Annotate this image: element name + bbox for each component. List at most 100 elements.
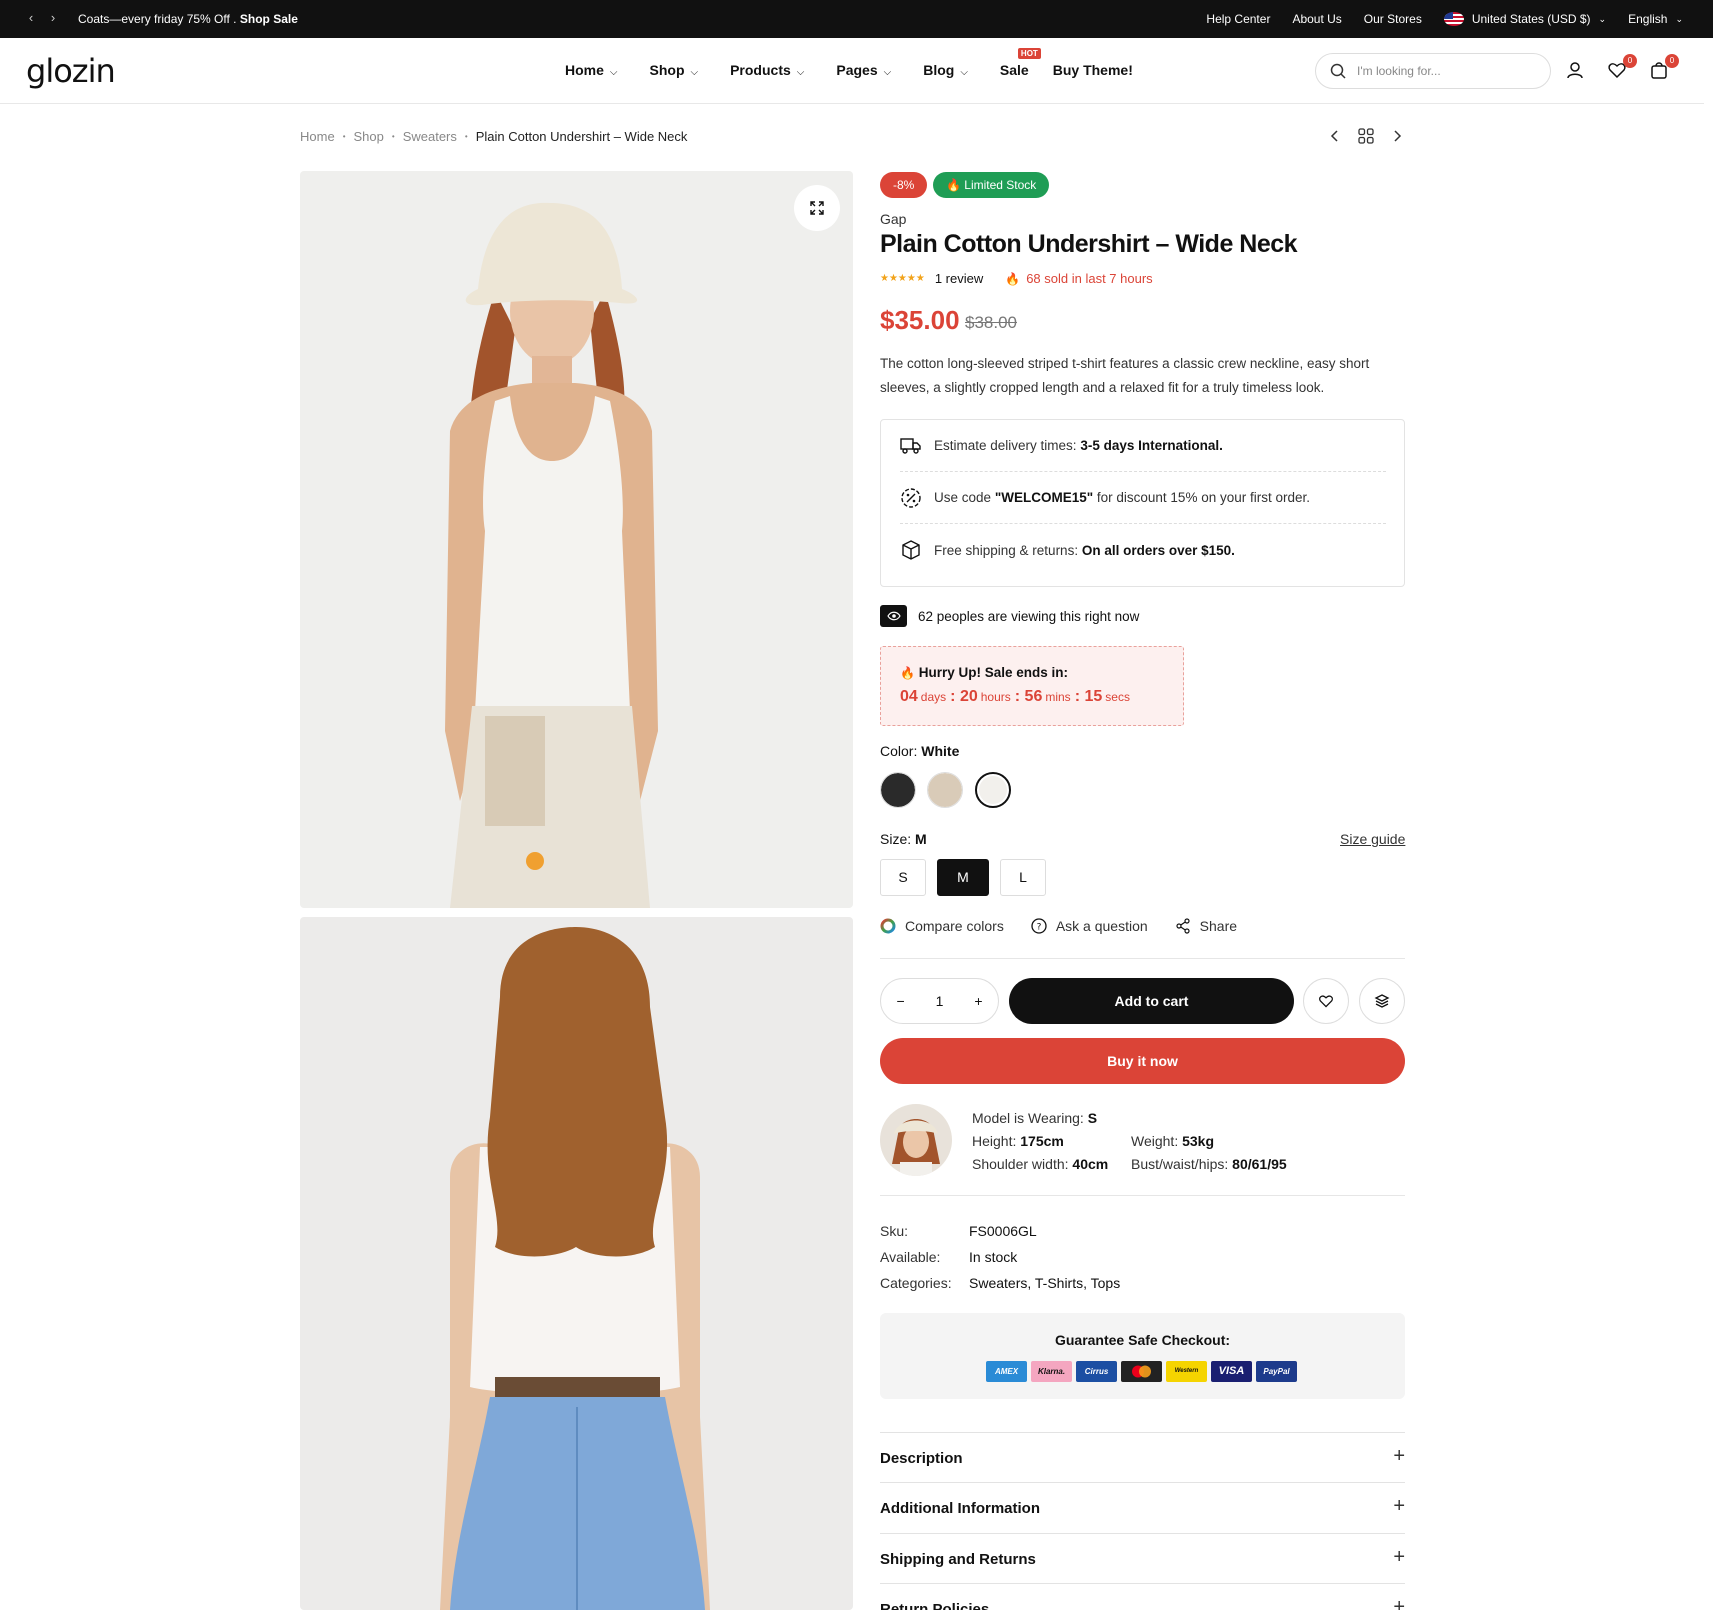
nav-item-blog[interactable]: Blog ⌵: [923, 62, 968, 78]
plus-icon: +: [1393, 1546, 1405, 1568]
chevron-right-icon[interactable]: [1392, 129, 1402, 143]
add-to-cart-button[interactable]: Add to cart: [1009, 978, 1294, 1024]
announcement-bar: ‹ › Coats—every friday 75% Off . Shop Sa…: [0, 0, 1713, 38]
buy-it-now-button[interactable]: Buy it now: [880, 1038, 1405, 1084]
language-selector[interactable]: English ⌄: [1628, 12, 1683, 26]
product-price: $35.00: [880, 305, 960, 335]
delivery-truck-icon: [900, 437, 921, 454]
our-stores-link[interactable]: Our Stores: [1364, 12, 1422, 26]
quantity-value[interactable]: 1: [936, 993, 944, 1009]
hot-badge: HOT: [1017, 48, 1041, 59]
size-guide-link[interactable]: Size guide: [1340, 831, 1405, 847]
next-announcement-icon[interactable]: ›: [46, 11, 60, 25]
color-swatch-black[interactable]: [880, 772, 916, 808]
share-icon: [1176, 918, 1190, 934]
nav-item-sale[interactable]: HOT Sale: [1000, 48, 1041, 78]
search-input[interactable]: I'm looking for...: [1315, 53, 1551, 89]
countdown-heading: 🔥 Hurry Up! Sale ends in:: [900, 665, 1068, 680]
wishlist-icon[interactable]: 0: [1607, 54, 1637, 82]
review-count-link[interactable]: 1 review: [935, 271, 983, 286]
swatch-fill: [979, 776, 1007, 804]
product-old-price: $38.00: [965, 313, 1017, 332]
cart-icon[interactable]: 0: [1649, 54, 1679, 82]
product-image-back[interactable]: [300, 917, 853, 1610]
about-us-link[interactable]: About Us: [1292, 12, 1341, 26]
color-swatch-white[interactable]: [975, 772, 1011, 808]
chevron-left-icon[interactable]: [1330, 129, 1340, 143]
breadcrumb-home[interactable]: Home: [300, 129, 335, 144]
breadcrumb-shop[interactable]: Shop: [354, 129, 384, 144]
currency-selector[interactable]: United States (USD $) ⌄: [1443, 12, 1606, 26]
fire-icon: 🔥: [900, 666, 915, 680]
prev-announcement-icon[interactable]: ‹: [24, 11, 38, 25]
grid-icon[interactable]: [1358, 128, 1374, 144]
search-icon: [1330, 63, 1346, 79]
compare-colors-button[interactable]: Compare colors: [880, 918, 1004, 934]
divider: [880, 1195, 1405, 1196]
package-icon: [902, 540, 920, 560]
nav-item-home[interactable]: Home ⌵: [565, 62, 618, 78]
accordion-additional-information[interactable]: Additional Information +: [880, 1482, 1405, 1532]
accordion-description[interactable]: Description +: [880, 1432, 1405, 1482]
wishlist-count-badge: 0: [1623, 54, 1637, 68]
plus-icon[interactable]: +: [974, 993, 982, 1009]
product-rating: ★★★★★ 1 review 🔥 68 sold in last 7 hours: [880, 271, 1153, 286]
size-option-m[interactable]: M: [937, 859, 989, 896]
minus-icon[interactable]: −: [896, 993, 904, 1009]
us-flag-icon: [1443, 12, 1464, 26]
quantity-stepper[interactable]: − 1 +: [880, 978, 999, 1024]
western-union-icon: Western: [1166, 1361, 1207, 1382]
zoom-button[interactable]: [794, 185, 840, 231]
size-option-s[interactable]: S: [880, 859, 926, 896]
heart-icon: [1319, 995, 1333, 1008]
breadcrumb: Home • Shop • Sweaters • Plain Cotton Under…: [300, 129, 688, 144]
chevron-down-icon: ⌄: [1675, 13, 1683, 24]
color-label: Color: White: [880, 743, 960, 759]
limited-stock-badge: 🔥 Limited Stock: [933, 172, 1050, 198]
expand-icon: [810, 201, 824, 215]
color-swatch-beige[interactable]: [927, 772, 963, 808]
main-nav: Home ⌵ Shop ⌵ Products ⌵ Pages ⌵ Blog ⌵ HOT Sa…: [565, 48, 1165, 78]
accordion-shipping-returns[interactable]: Shipping and Returns +: [880, 1533, 1405, 1583]
shop-sale-link[interactable]: Shop Sale: [240, 12, 298, 26]
layers-icon: [1374, 994, 1390, 1008]
add-to-wishlist-button[interactable]: [1303, 978, 1349, 1024]
product-description: The cotton long-sleeved striped t-shirt …: [880, 356, 1370, 395]
amex-icon: AMEX: [986, 1361, 1027, 1382]
discount-icon: [901, 487, 921, 508]
sku-label: Sku:: [880, 1223, 909, 1239]
nav-item-products[interactable]: Products ⌵: [730, 62, 804, 78]
share-button[interactable]: Share: [1175, 918, 1237, 934]
model-weight: Weight: 53kg: [1131, 1133, 1215, 1149]
help-center-link[interactable]: Help Center: [1206, 12, 1270, 26]
model-back-illustration: [440, 927, 710, 1610]
size-label: Size: M: [880, 831, 927, 847]
plus-icon: +: [1393, 1596, 1405, 1610]
sku-value: FS0006GL: [969, 1223, 1037, 1239]
ask-question-button[interactable]: ? Ask a question: [1031, 918, 1148, 934]
model-avatar: [880, 1104, 952, 1176]
nav-item-pages[interactable]: Pages ⌵: [836, 62, 891, 78]
question-icon: ?: [1031, 918, 1047, 934]
discount-code-info: Use code "WELCOME15" for discount 15% on…: [900, 472, 1386, 524]
model-height: Height: 175cm: [972, 1133, 1064, 1149]
size-option-l[interactable]: L: [1000, 859, 1046, 896]
safe-checkout-box: Guarantee Safe Checkout: AMEX Klarna. Ci…: [880, 1313, 1405, 1399]
chevron-down-icon: ⌵: [960, 67, 968, 78]
product-brand[interactable]: Gap: [880, 211, 906, 227]
countdown-timer: 04 days: 20 hours: 56 mins: 15 secs: [900, 688, 1130, 705]
nav-item-shop[interactable]: Shop ⌵: [650, 62, 699, 78]
logo[interactable]: glozin: [26, 52, 116, 90]
product-pager: [1330, 128, 1402, 144]
chevron-down-icon: ⌵: [609, 67, 618, 78]
klarna-icon: Klarna.: [1031, 1361, 1072, 1382]
eye-icon: [880, 605, 907, 627]
accordion-return-policies[interactable]: Return Policies +: [880, 1583, 1405, 1610]
available-label: Available:: [880, 1249, 941, 1265]
nav-item-buy-theme[interactable]: Buy Theme!: [1053, 62, 1133, 78]
compare-button[interactable]: [1359, 978, 1405, 1024]
account-icon[interactable]: [1565, 60, 1587, 82]
categories-value[interactable]: Sweaters, T-Shirts, Tops: [969, 1275, 1120, 1291]
product-image-front[interactable]: [300, 171, 853, 908]
breadcrumb-sweaters[interactable]: Sweaters: [403, 129, 457, 144]
